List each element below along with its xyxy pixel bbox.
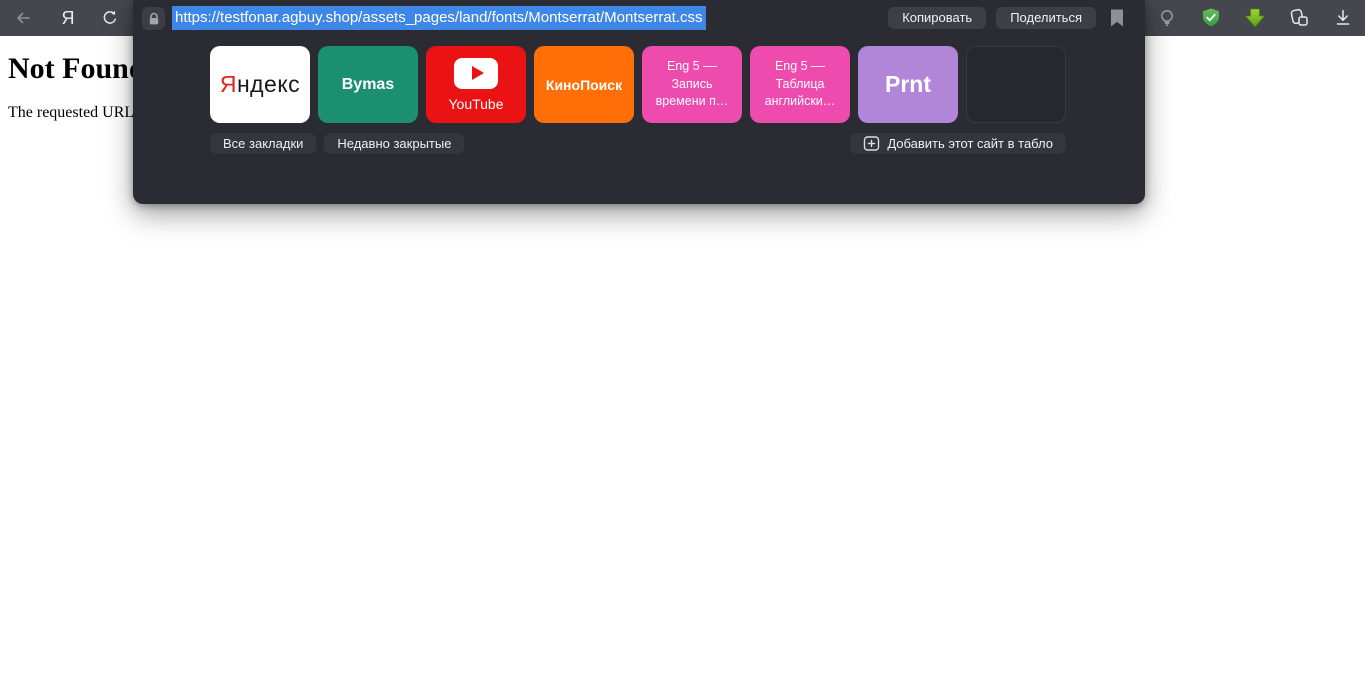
back-button[interactable]: [5, 0, 41, 36]
add-site-label: Добавить этот сайт в табло: [887, 133, 1053, 154]
adguard-extension-button[interactable]: [1189, 0, 1233, 36]
page-body-text: The requested URL: [8, 104, 134, 122]
add-site-button[interactable]: Добавить этот сайт в табло: [850, 133, 1066, 154]
bookmark-flag-icon[interactable]: [1108, 8, 1126, 28]
tags-extension-icon: [1287, 6, 1311, 30]
tile-yandex[interactable]: Яндекс: [210, 46, 310, 123]
tile-eng5-tablica[interactable]: Eng 5 –– Таблица английски…: [750, 46, 850, 123]
lamp-extension-icon: [1157, 8, 1177, 28]
address-row: https://testfonar.agbuy.shop/assets_page…: [133, 0, 1145, 36]
refresh-icon: [100, 8, 120, 28]
back-arrow-icon: [13, 8, 33, 28]
copy-url-button[interactable]: Копировать: [888, 7, 986, 29]
downloads-button[interactable]: [1321, 0, 1365, 36]
page-title: Not Found: [8, 52, 146, 86]
tile-bymas[interactable]: Bymas: [318, 46, 418, 123]
tile-youtube[interactable]: YouTube: [426, 46, 526, 123]
tags-extension-button[interactable]: [1277, 0, 1321, 36]
tile-label: Яндекс: [220, 71, 300, 98]
url-input[interactable]: https://testfonar.agbuy.shop/assets_page…: [172, 6, 706, 30]
yandex-logo-icon: Я: [62, 8, 75, 29]
tile-prnt[interactable]: Prnt: [858, 46, 958, 123]
site-security-button[interactable]: [142, 7, 165, 30]
tile-label: КиноПоиск: [546, 77, 622, 93]
youtube-play-icon: [454, 58, 498, 89]
recently-closed-button[interactable]: Недавно закрытые: [324, 133, 464, 154]
add-plus-icon: [863, 136, 880, 151]
address-buttons: Копировать Поделиться: [888, 7, 1096, 29]
refresh-button[interactable]: [92, 0, 128, 36]
lock-icon: [147, 12, 161, 26]
downloads-icon: [1333, 8, 1353, 28]
tile-label: Prnt: [885, 71, 931, 98]
all-bookmarks-button[interactable]: Все закладки: [210, 133, 316, 154]
bookmarks-pills: Все закладки Недавно закрытые: [210, 133, 464, 154]
adguard-shield-icon: [1200, 7, 1222, 29]
savefrom-extension-button[interactable]: [1233, 0, 1277, 36]
tile-empty-slot: [966, 46, 1066, 123]
tableau-tiles: Яндекс Bymas YouTube КиноПоиск Eng 5 –– …: [210, 46, 1066, 123]
extensions-area: [1145, 0, 1365, 36]
omnibox-popup: https://testfonar.agbuy.shop/assets_page…: [133, 0, 1145, 204]
lamp-extension-button[interactable]: [1145, 0, 1189, 36]
share-url-button[interactable]: Поделиться: [996, 7, 1096, 29]
tile-kinopoisk[interactable]: КиноПоиск: [534, 46, 634, 123]
yandex-menu-button[interactable]: Я: [50, 0, 86, 36]
savefrom-arrow-icon: [1243, 6, 1267, 30]
tile-label: Eng 5 –– Запись времени п…: [656, 58, 729, 111]
tile-label: Bymas: [342, 76, 394, 94]
tile-label: Eng 5 –– Таблица английски…: [765, 58, 836, 111]
tile-eng5-zapis[interactable]: Eng 5 –– Запись времени п…: [642, 46, 742, 123]
tile-label: YouTube: [448, 96, 503, 112]
